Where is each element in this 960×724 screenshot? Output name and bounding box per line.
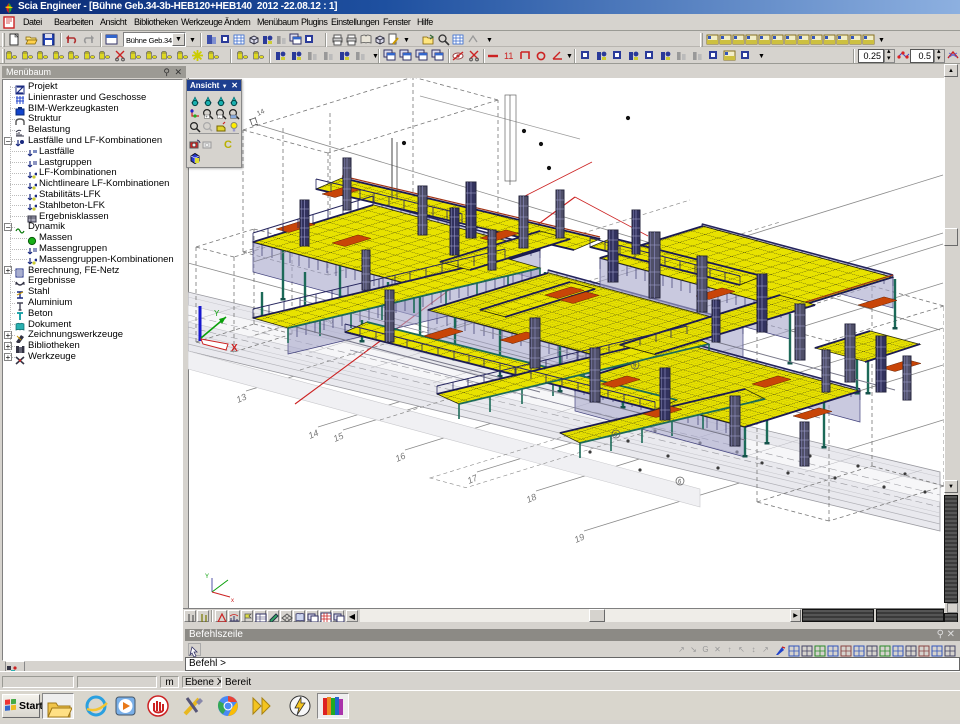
svg-text:Y: Y	[214, 309, 220, 318]
svg-text:14: 14	[307, 428, 320, 441]
svg-text:16: 16	[394, 451, 407, 464]
svg-text:X: X	[231, 343, 238, 354]
svg-text:11: 11	[504, 51, 513, 61]
svg-text:Y: Y	[205, 574, 209, 580]
svg-text:14: 14	[256, 108, 266, 118]
svg-text:C: C	[224, 139, 232, 150]
svg-text:15: 15	[332, 430, 346, 444]
svg-text:13: 13	[235, 392, 248, 405]
svg-text:x: x	[231, 598, 234, 604]
svg-text:18: 18	[525, 492, 538, 505]
svg-text:19: 19	[573, 532, 586, 545]
